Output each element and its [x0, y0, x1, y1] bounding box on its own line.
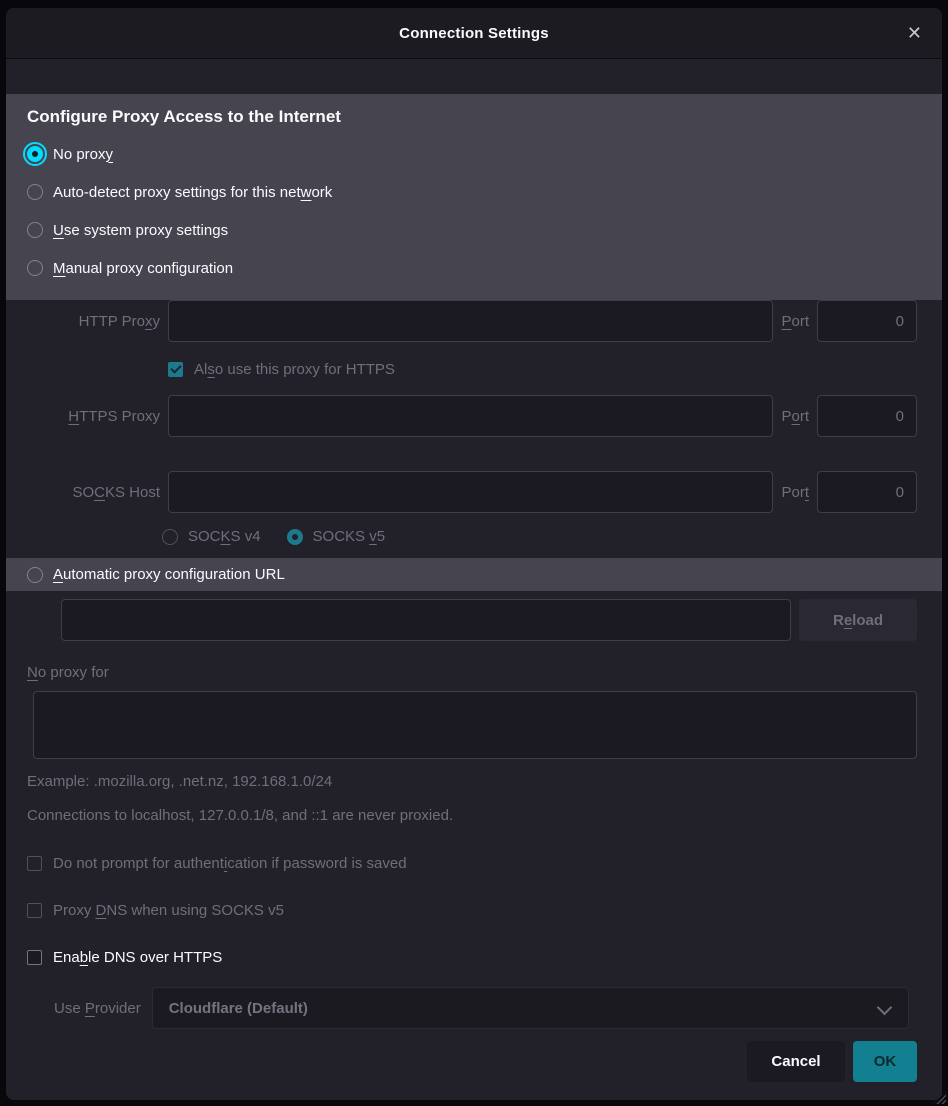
http-proxy-input — [168, 300, 773, 342]
section-header: Configure Proxy Access to the Internet — [27, 107, 921, 127]
dialog-title: Connection Settings — [399, 25, 549, 42]
https-proxy-row: HTTPS Proxy Port — [6, 395, 942, 437]
top-spacer — [6, 59, 942, 94]
https-proxy-label: HTTPS Proxy — [27, 408, 160, 425]
radio-auto-detect[interactable]: Auto-detect proxy settings for this netw… — [27, 173, 921, 211]
checkbox-label: Enable DNS over HTTPS — [53, 949, 222, 966]
doh-provider-row: Use Provider Cloudflare (Default) — [6, 987, 942, 1029]
dialog-content: Configure Proxy Access to the Internet N… — [6, 59, 942, 1100]
checkbox-icon — [27, 903, 42, 918]
radio-icon — [27, 567, 43, 583]
radio-label: SOCKS v5 — [313, 528, 386, 545]
dialog-button-row: Cancel OK — [6, 1029, 942, 1082]
radio-label: Automatic proxy configuration URL — [53, 566, 285, 583]
use-provider-label: Use Provider — [54, 1000, 141, 1017]
radio-no-proxy[interactable]: No proxy — [27, 135, 921, 173]
socks-port-label: Port — [781, 484, 809, 501]
checkbox-label: Do not prompt for authentication if pass… — [53, 855, 407, 872]
https-port-label: Port — [781, 408, 809, 425]
radio-label: Auto-detect proxy settings for this netw… — [53, 184, 332, 201]
radio-icon — [162, 529, 178, 545]
checkbox-no-prompt-auth: Do not prompt for authentication if pass… — [6, 854, 942, 873]
http-port-input — [817, 300, 917, 342]
dialog-titlebar: Connection Settings ✕ — [6, 8, 942, 59]
proxy-mode-section: Configure Proxy Access to the Internet N… — [6, 94, 942, 300]
socks-host-row: SOCKS Host Port — [6, 471, 942, 513]
checkbox-icon — [27, 856, 42, 871]
checkbox-label: Proxy DNS when using SOCKS v5 — [53, 902, 284, 919]
checkbox-proxy-dns-socks5: Proxy DNS when using SOCKS v5 — [6, 901, 942, 920]
socks-port-input — [817, 471, 917, 513]
radio-icon — [27, 222, 43, 238]
checkbox-enable-doh[interactable]: Enable DNS over HTTPS — [6, 948, 942, 967]
radio-label: No proxy — [53, 146, 113, 163]
no-proxy-for-textarea — [33, 691, 917, 759]
no-proxy-example-text: Example: .mozilla.org, .net.nz, 192.168.… — [6, 772, 942, 791]
socks-host-input — [168, 471, 773, 513]
radio-socks-v4: SOCKS v4 — [162, 528, 261, 545]
connection-settings-dialog: Connection Settings ✕ Configure Proxy Ac… — [6, 8, 942, 1100]
chevron-down-icon — [877, 1000, 893, 1016]
radio-icon — [27, 260, 43, 276]
checkbox-icon — [27, 950, 42, 965]
checkbox-checked-icon — [168, 362, 183, 377]
ok-button[interactable]: OK — [853, 1041, 917, 1082]
socks-version-row: SOCKS v4 SOCKS v5 — [162, 525, 942, 548]
radio-icon — [27, 146, 43, 162]
localhost-note-text: Connections to localhost, 127.0.0.1/8, a… — [6, 806, 942, 825]
https-port-input — [817, 395, 917, 437]
http-port-label: Port — [781, 313, 809, 330]
socks-host-label: SOCKS Host — [27, 484, 160, 501]
close-icon[interactable]: ✕ — [907, 24, 922, 42]
auto-config-url-input — [61, 599, 791, 641]
no-proxy-for-label: No proxy for — [6, 641, 942, 682]
auto-config-url-row: Reload — [6, 591, 942, 641]
also-https-checkbox-row: Also use this proxy for HTTPS — [168, 358, 942, 381]
radio-icon — [287, 529, 303, 545]
radio-label: SOCKS v4 — [188, 528, 261, 545]
radio-socks-v5: SOCKS v5 — [287, 528, 386, 545]
http-proxy-label: HTTP Proxy — [27, 313, 160, 330]
cancel-button[interactable]: Cancel — [747, 1041, 845, 1082]
radio-label: Manual proxy configuration — [53, 260, 233, 277]
https-proxy-input — [168, 395, 773, 437]
radio-system-proxy[interactable]: Use system proxy settings — [27, 211, 921, 249]
provider-dropdown: Cloudflare (Default) — [152, 987, 909, 1029]
also-https-label: Also use this proxy for HTTPS — [194, 361, 395, 378]
radio-label: Use system proxy settings — [53, 222, 228, 239]
provider-dropdown-value: Cloudflare (Default) — [169, 1000, 308, 1017]
radio-auto-config-url[interactable]: Automatic proxy configuration URL — [6, 558, 942, 591]
radio-manual-proxy[interactable]: Manual proxy configuration — [27, 249, 921, 287]
reload-button: Reload — [799, 599, 917, 641]
http-proxy-row: HTTP Proxy Port — [6, 300, 942, 342]
radio-icon — [27, 184, 43, 200]
